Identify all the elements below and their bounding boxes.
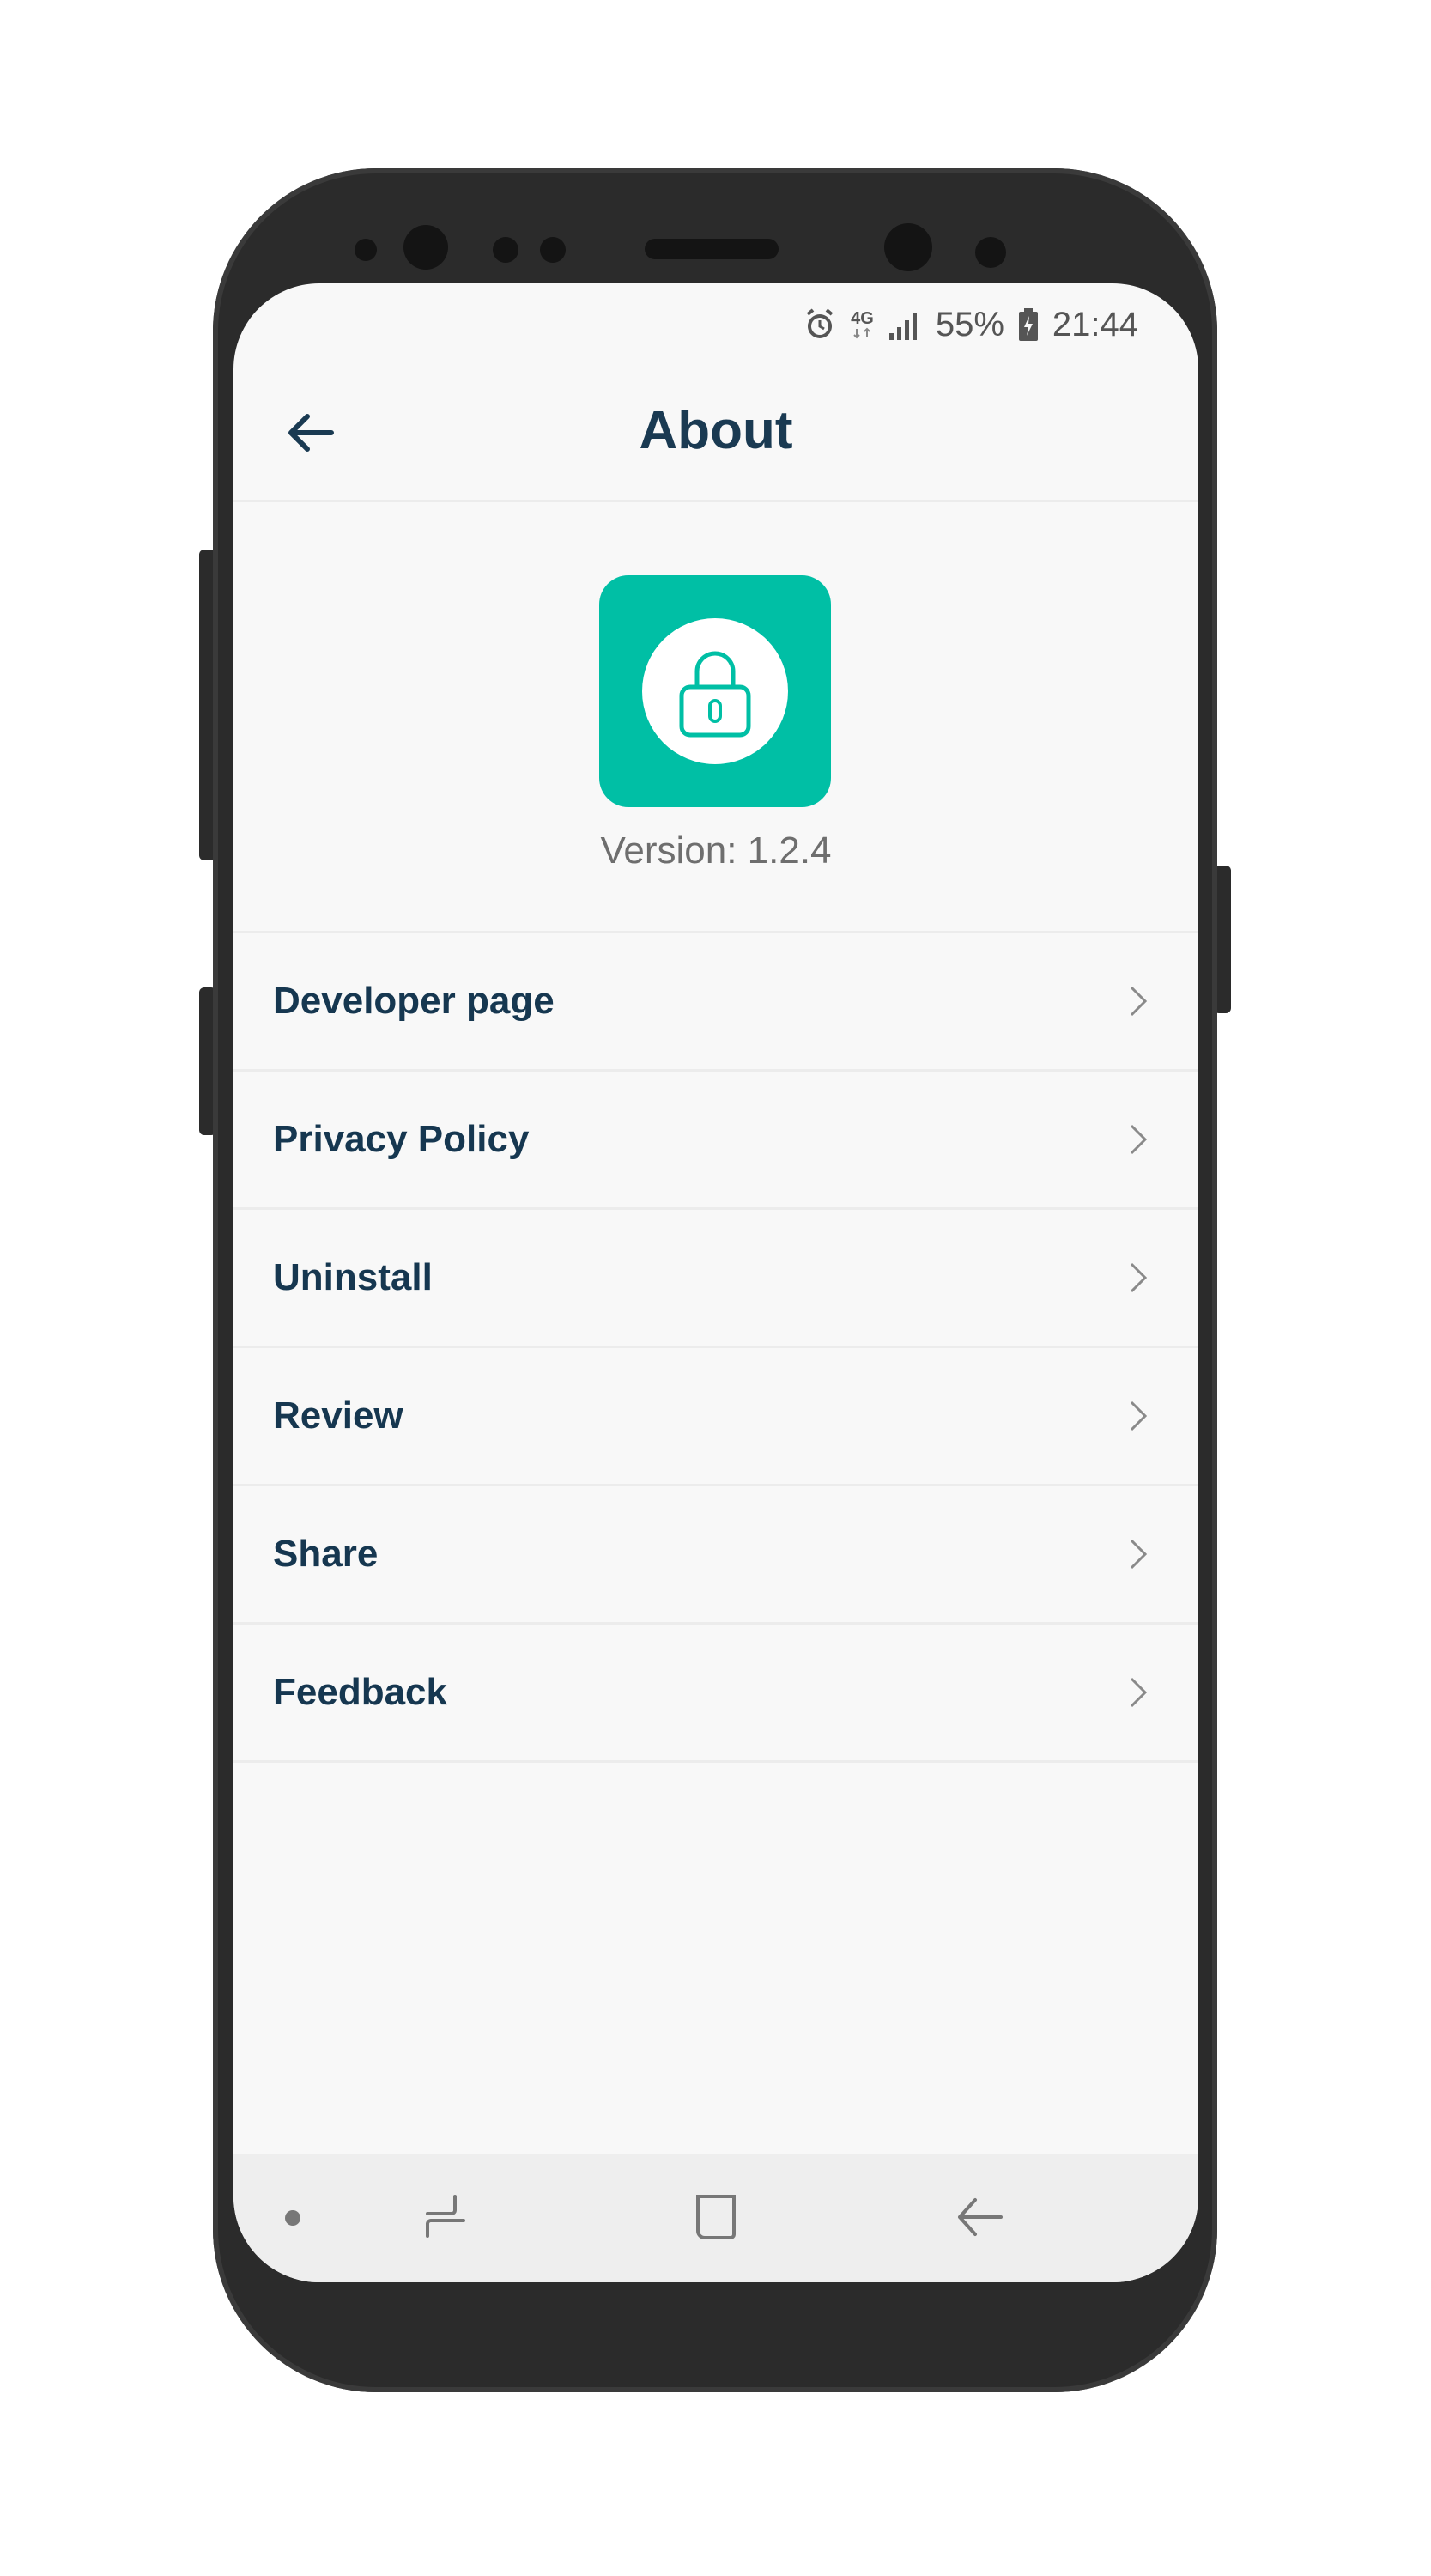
alarm-icon xyxy=(803,307,837,342)
app-screen: 4G 55% 21:44 About Version: 1.2.4 Develo… xyxy=(233,283,1198,2282)
chevron-right-icon xyxy=(1130,1124,1148,1155)
menu-item-privacy-policy[interactable]: Privacy Policy xyxy=(233,1072,1198,1210)
menu-item-review[interactable]: Review xyxy=(233,1348,1198,1486)
menu-item-label: Review xyxy=(273,1394,403,1437)
menu-item-label: Developer page xyxy=(273,980,555,1022)
menu-item-label: Uninstall xyxy=(273,1256,433,1298)
menu-item-developer-page[interactable]: Developer page xyxy=(233,933,1198,1072)
battery-percent: 55% xyxy=(935,305,1004,343)
lock-icon xyxy=(679,651,751,738)
page-title: About xyxy=(639,401,793,460)
iris-scanner xyxy=(884,223,932,271)
sensor-dot xyxy=(975,237,1006,268)
front-camera xyxy=(403,225,448,270)
chevron-right-icon xyxy=(1130,1539,1148,1570)
signal-icon xyxy=(888,307,922,342)
app-logo-circle xyxy=(642,618,788,764)
app-bar: About xyxy=(233,366,1198,502)
about-menu: Developer page Privacy Policy Uninstall … xyxy=(233,931,1198,1763)
battery-icon xyxy=(1018,307,1039,342)
menu-item-label: Privacy Policy xyxy=(273,1118,530,1160)
recent-apps-icon xyxy=(426,2195,465,2238)
recent-apps-button[interactable] xyxy=(419,2188,479,2248)
menu-item-label: Share xyxy=(273,1533,379,1575)
version-label: Version: 1.2.4 xyxy=(600,829,832,872)
system-back-button[interactable] xyxy=(951,2188,1011,2248)
menu-item-feedback[interactable]: Feedback xyxy=(233,1625,1198,1763)
network-4g-icon: 4G xyxy=(851,310,874,339)
earpiece-speaker xyxy=(645,239,779,259)
chevron-right-icon xyxy=(1130,1677,1148,1708)
home-button[interactable] xyxy=(686,2188,746,2248)
sensor-dot xyxy=(493,237,518,263)
status-bar: 4G 55% 21:44 xyxy=(803,299,1138,350)
nav-indicator-dot[interactable] xyxy=(285,2210,300,2226)
home-icon xyxy=(696,2195,736,2239)
chevron-right-icon xyxy=(1130,1400,1148,1431)
navigation-bar xyxy=(233,2154,1198,2282)
app-logo xyxy=(599,575,831,807)
chevron-right-icon xyxy=(1130,986,1148,1017)
menu-item-label: Feedback xyxy=(273,1671,447,1713)
chevron-right-icon xyxy=(1130,1262,1148,1293)
menu-item-uninstall[interactable]: Uninstall xyxy=(233,1210,1198,1348)
sensor-dot xyxy=(355,239,377,261)
menu-item-share[interactable]: Share xyxy=(233,1486,1198,1625)
back-icon xyxy=(958,2198,1003,2236)
sensor-dot xyxy=(540,237,566,263)
clock: 21:44 xyxy=(1052,305,1138,343)
